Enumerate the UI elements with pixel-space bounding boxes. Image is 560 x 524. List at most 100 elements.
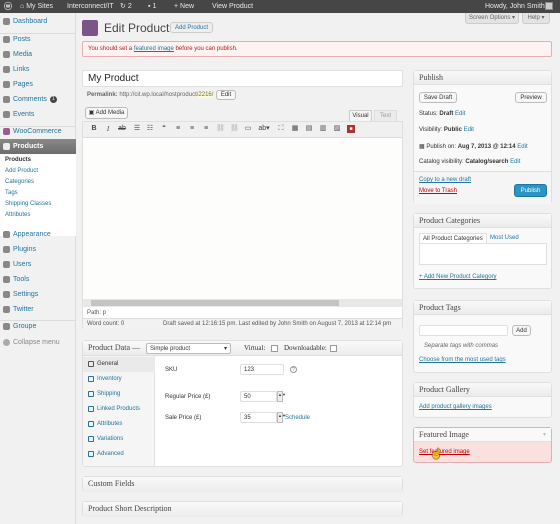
menu-settings[interactable]: Settings (0, 287, 76, 302)
bullet-list-icon[interactable]: ☰ (133, 125, 141, 133)
set-featured-image-link[interactable]: Set featured image (419, 449, 470, 455)
numbered-list-icon[interactable]: ☷ (146, 125, 154, 133)
tab-variations[interactable]: Variations (83, 432, 155, 447)
tab-most-used[interactable]: Most Used (490, 235, 519, 241)
submenu-tags[interactable]: Tags (5, 190, 18, 196)
insert-more-icon[interactable]: ▭ (244, 125, 252, 133)
add-gallery-images-link[interactable]: Add product gallery images (419, 404, 492, 410)
spellcheck-icon[interactable]: ab▾ (257, 125, 271, 133)
status-edit-link[interactable]: Edit (455, 111, 465, 117)
menu-users[interactable]: Users (0, 257, 76, 272)
help-tab[interactable]: Help ▾ (522, 13, 550, 24)
add-tag-button[interactable]: Add (512, 325, 531, 336)
custom-fields-box[interactable]: Custom Fields (82, 476, 403, 492)
notice-featured-image-link[interactable]: featured image (134, 46, 174, 52)
my-sites-link[interactable]: ⌂ My Sites (20, 0, 53, 13)
permalink-edit-button[interactable]: Edit (216, 90, 236, 100)
menu-plugins[interactable]: Plugins (0, 242, 76, 257)
permalink-base[interactable]: http://cit.wp.local/hostproduct/ (119, 92, 198, 98)
menu-groupe[interactable]: Groupe (0, 319, 76, 334)
site-name-link[interactable]: Interconnect/IT (67, 0, 114, 13)
tab-general[interactable]: General (83, 357, 155, 372)
howdy-user-link[interactable]: Howdy, John Smith (485, 0, 545, 13)
updates-link[interactable]: ↻ 2 (120, 0, 132, 13)
tab-visual[interactable]: Visual (349, 110, 372, 121)
submenu-add-product[interactable]: Add Product (5, 168, 38, 174)
avatar[interactable] (545, 2, 553, 10)
sku-input[interactable]: 123 (240, 364, 284, 375)
screen-options-tab[interactable]: Screen Options ▾ (465, 13, 519, 24)
align-left-icon[interactable]: ≡ (174, 125, 182, 133)
short-description-box[interactable]: Product Short Description (82, 501, 403, 517)
tab-advanced[interactable]: Advanced (83, 447, 155, 462)
bold-icon[interactable]: B (90, 125, 98, 133)
scrollbar-thumb[interactable] (91, 300, 339, 306)
menu-twitter[interactable]: Twitter (0, 302, 76, 317)
permalink-slug[interactable]: 2216/ (198, 92, 214, 98)
add-product-button[interactable]: Add Product (170, 22, 214, 33)
unlink-icon[interactable]: ⛓ (230, 125, 239, 133)
menu-events[interactable]: Events (0, 107, 76, 122)
tab-inventory[interactable]: Inventory (83, 372, 155, 387)
tab-shipping[interactable]: Shipping (83, 387, 155, 402)
menu-woocommerce[interactable]: WooCommerce (0, 124, 76, 139)
menu-pages[interactable]: Pages (0, 77, 76, 92)
visibility-edit-link[interactable]: Edit (464, 127, 474, 133)
tab-linked-products[interactable]: Linked Products (83, 402, 155, 417)
align-center-icon[interactable]: ≡ (188, 125, 196, 133)
catalog-visibility-edit-link[interactable]: Edit (510, 159, 520, 165)
shortcode-icon[interactable]: ■ (347, 125, 355, 133)
preview-button[interactable]: Preview (515, 92, 547, 103)
save-draft-button[interactable]: Save Draft (419, 92, 457, 103)
fullscreen-icon[interactable]: ⛶ (277, 125, 285, 133)
collapse-menu-button[interactable]: Collapse menu (0, 335, 76, 350)
menu-products[interactable]: Products (0, 139, 76, 154)
add-category-link[interactable]: + Add New Product Category (419, 274, 497, 280)
submenu-attributes[interactable]: Attributes (5, 212, 30, 218)
choose-tags-link[interactable]: Choose from the most used tags (419, 357, 506, 363)
regular-price-spinner[interactable]: ▲▼ (277, 391, 286, 402)
menu-media[interactable]: Media (0, 47, 76, 62)
comments-link[interactable]: ▪ 1 (148, 0, 156, 13)
tab-all-categories[interactable]: All Product Categories (419, 233, 487, 243)
table-delete-icon[interactable]: ▨ (333, 125, 341, 133)
add-media-button[interactable]: ▣ Add Media (85, 107, 128, 119)
tag-input[interactable] (419, 325, 508, 336)
copy-draft-link[interactable]: Copy to a new draft (419, 177, 471, 183)
sale-price-spinner[interactable]: ▲▼ (277, 412, 286, 423)
submenu-categories[interactable]: Categories (5, 179, 34, 185)
new-content-link[interactable]: + New (174, 0, 194, 13)
menu-comments[interactable]: Comments 1 (0, 92, 76, 107)
menu-dashboard[interactable]: Dashboard (0, 14, 76, 29)
virtual-checkbox[interactable] (271, 345, 278, 352)
tab-attributes[interactable]: Attributes (83, 417, 155, 432)
submenu-shipping-classes[interactable]: Shipping Classes (5, 201, 51, 207)
menu-appearance[interactable]: Appearance (0, 227, 76, 242)
align-right-icon[interactable]: ≡ (202, 125, 210, 133)
blockquote-icon[interactable]: “ (160, 125, 168, 133)
wordpress-logo-icon[interactable]: ⓦ (4, 0, 12, 13)
table-icon[interactable]: ▦ (291, 125, 299, 133)
tab-text[interactable]: Text (374, 110, 397, 121)
editor-scrollbar[interactable] (83, 299, 402, 307)
editor-content-area[interactable] (83, 139, 402, 299)
help-tip-icon[interactable]: ? (290, 366, 297, 373)
view-product-link[interactable]: View Product (212, 0, 253, 13)
italic-icon[interactable]: I (104, 125, 112, 133)
product-type-select[interactable]: Simple product ▾ (146, 343, 231, 354)
menu-posts[interactable]: Posts (0, 32, 76, 47)
submenu-products[interactable]: Products (5, 157, 31, 163)
publish-date-edit-link[interactable]: Edit (517, 144, 527, 150)
downloadable-checkbox[interactable] (330, 345, 337, 352)
table-col-icon[interactable]: ▥ (319, 125, 327, 133)
category-checklist[interactable] (419, 243, 547, 265)
toggle-arrow-icon[interactable]: ▾ (543, 431, 546, 438)
regular-price-input[interactable]: 50 (240, 391, 277, 402)
publish-button[interactable]: Publish (514, 184, 547, 197)
schedule-link[interactable]: Schedule (285, 415, 310, 421)
link-icon[interactable]: ⛓ (216, 125, 225, 133)
product-title-input[interactable]: My Product (82, 70, 403, 87)
strikethrough-icon[interactable]: ab (118, 125, 126, 133)
menu-links[interactable]: Links (0, 62, 76, 77)
sale-price-input[interactable]: 35 (240, 412, 277, 423)
